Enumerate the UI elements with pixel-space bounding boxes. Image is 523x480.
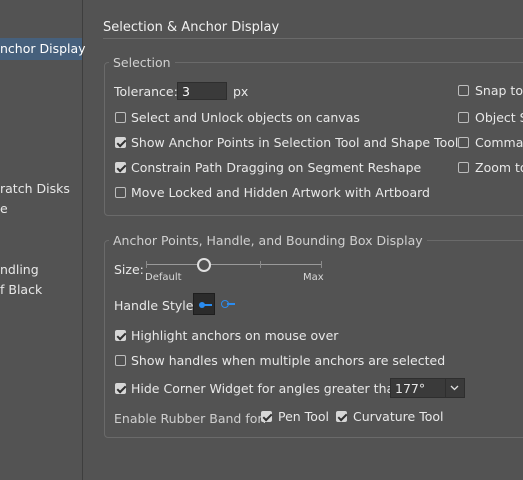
move-locked-label: Move Locked and Hidden Artwork with Artb… [131, 185, 430, 200]
size-min-label: Default [145, 272, 182, 283]
chevron-down-icon[interactable] [445, 379, 464, 397]
nav-item-selection-anchor-display[interactable]: nchor Display [0, 38, 86, 60]
snap-to-label: Snap to [475, 83, 523, 98]
highlight-anchors-label: Highlight anchors on mouse over [131, 328, 339, 343]
hide-corner-widget-checkbox[interactable] [115, 383, 126, 394]
rubber-band-label: Enable Rubber Band for: [114, 411, 267, 426]
slider-tick [321, 261, 322, 268]
zoom-to-label: Zoom to [475, 160, 523, 175]
size-max-label: Max [303, 272, 324, 283]
command-click-checkbox[interactable] [458, 137, 469, 148]
command-click-label: Comma [475, 135, 523, 150]
select-unlock-label: Select and Unlock objects on canvas [131, 110, 360, 125]
show-handles-label: Show handles when multiple anchors are s… [131, 353, 446, 368]
select-unlock-checkbox[interactable] [115, 112, 126, 123]
snap-to-checkbox[interactable] [458, 85, 469, 96]
nav-item-label: ndling [0, 262, 39, 277]
constrain-path-label: Constrain Path Dragging on Segment Resha… [131, 160, 422, 175]
slider-tick [260, 261, 261, 268]
size-label: Size: [114, 262, 144, 277]
handle-style-hollow-button[interactable] [217, 293, 239, 315]
corner-angle-dropdown[interactable]: 177° [390, 378, 465, 398]
highlight-anchors-checkbox[interactable] [115, 330, 126, 341]
tolerance-input[interactable]: 3 [177, 82, 227, 100]
show-handles-checkbox[interactable] [115, 355, 126, 366]
nav-item-black[interactable]: f Black [0, 282, 42, 297]
object-selection-label: Object S [475, 110, 523, 125]
nav-item-label: f Black [0, 282, 43, 297]
nav-item-label: e [0, 201, 8, 216]
pen-tool-label: Pen Tool [278, 409, 329, 424]
anchor-group-title: Anchor Points, Handle, and Bounding Box … [109, 233, 427, 248]
nav-item-label: ratch Disks [0, 181, 70, 196]
handle-style-label: Handle Style: [114, 298, 198, 313]
handle-style-solid-button[interactable] [193, 293, 215, 315]
handle-line-icon [227, 303, 235, 305]
size-slider-thumb[interactable] [197, 258, 212, 272]
tolerance-unit: px [233, 84, 249, 99]
curvature-tool-label: Curvature Tool [353, 409, 444, 424]
nav-item-scratch-disks[interactable]: ratch Disks [0, 181, 70, 196]
tolerance-label: Tolerance: [114, 84, 178, 99]
zoom-to-checkbox[interactable] [458, 162, 469, 173]
handle-line-icon [204, 304, 212, 306]
selection-group-title: Selection [109, 55, 175, 70]
show-anchor-points-label: Show Anchor Points in Selection Tool and… [131, 135, 465, 150]
show-anchor-points-checkbox[interactable] [115, 137, 126, 148]
section-title: Selection & Anchor Display [103, 20, 280, 35]
hide-corner-widget-label: Hide Corner Widget for angles greater th… [131, 381, 407, 396]
nav-item-label: nchor Display [0, 41, 86, 56]
corner-angle-value: 177° [395, 381, 426, 396]
move-locked-checkbox[interactable] [115, 187, 126, 198]
curvature-tool-checkbox[interactable] [336, 411, 347, 422]
object-selection-checkbox[interactable] [458, 112, 469, 123]
preferences-nav: nchor Display ratch Disks e ndling f Bla… [0, 0, 86, 480]
slider-tick [146, 261, 147, 268]
nav-item-handling[interactable]: ndling [0, 262, 39, 277]
constrain-path-checkbox[interactable] [115, 162, 126, 173]
divider [103, 38, 523, 39]
pen-tool-checkbox[interactable] [261, 411, 272, 422]
nav-item-partial[interactable]: e [0, 201, 8, 216]
size-slider-track[interactable] [146, 264, 322, 265]
